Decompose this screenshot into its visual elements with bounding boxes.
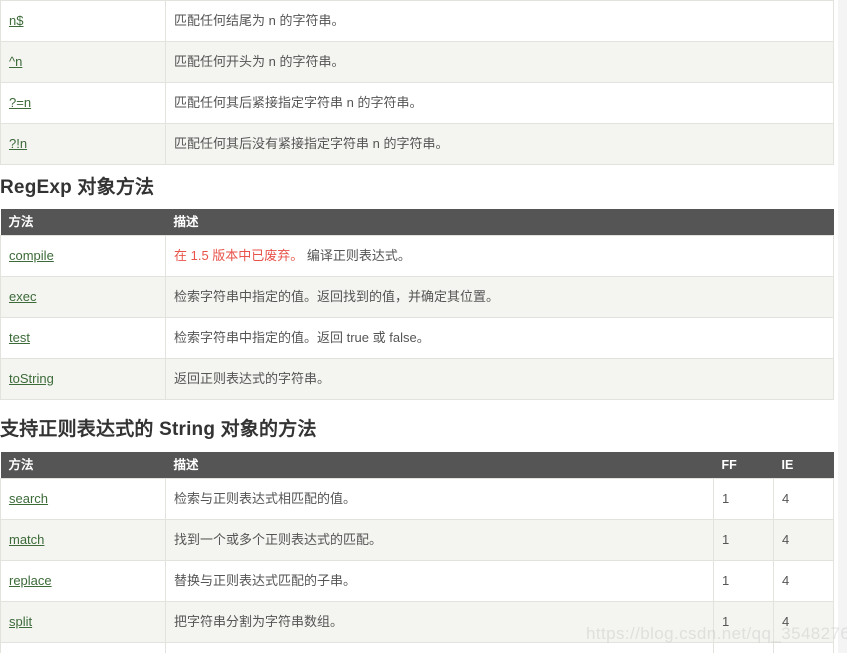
regexp-methods-table: 方法 描述 compile 在 1.5 版本中已废弃。 编译正则表达式。 exe… <box>0 208 834 400</box>
metacharacter-desc: 匹配任何开头为 n 的字符串。 <box>165 41 834 83</box>
string-methods-table-body: search 检索与正则表达式相匹配的值。 1 4 match 找到一个或多个正… <box>0 477 834 653</box>
regexp-method-cell: test <box>0 316 166 359</box>
table-row: exec 检索字符串中指定的值。返回找到的值，并确定其位置。 <box>0 275 834 318</box>
table-row: split 把字符串分割为字符串数组。 1 4 <box>0 600 834 643</box>
table-row: match 找到一个或多个正则表达式的匹配。 1 4 <box>0 518 834 561</box>
deprecated-note: 在 1.5 版本中已废弃。 <box>174 247 304 263</box>
column-header-ff: FF <box>713 451 774 479</box>
string-method-cell: replace <box>0 559 166 602</box>
metacharacter-desc: 匹配任何其后没有紧接指定字符串 n 的字符串。 <box>165 123 834 165</box>
string-methods-table: 方法 描述 FF IE search 检索与正则表达式相匹配的值。 1 4 ma… <box>0 451 834 653</box>
metacharacter-table: n$ 匹配任何结尾为 n 的字符串。 ^n 匹配任何开头为 n 的字符串。 ?=… <box>0 0 834 165</box>
table-row: ^n 匹配任何开头为 n 的字符串。 <box>0 41 834 83</box>
column-header-ie: IE <box>773 451 834 479</box>
string-method-ie-version: 4 <box>773 477 834 520</box>
regexp-method-link-compile[interactable]: compile <box>9 248 54 263</box>
regexp-methods-table-body: compile 在 1.5 版本中已废弃。 编译正则表达式。 exec 检索字符… <box>0 234 834 400</box>
table-row: test 检索字符串中指定的值。返回 true 或 false。 <box>0 316 834 359</box>
string-method-desc: 把字符串分割为字符串数组。 <box>165 600 714 643</box>
table-row: n$ 匹配任何结尾为 n 的字符串。 <box>0 0 834 42</box>
metacharacter-desc: 匹配任何结尾为 n 的字符串。 <box>165 0 834 42</box>
string-method-ff-version <box>713 641 774 653</box>
string-method-ie-version: 4 <box>773 559 834 602</box>
string-method-ff-version: 1 <box>713 559 774 602</box>
table-row <box>0 641 834 653</box>
regexp-method-cell: toString <box>0 357 166 400</box>
regexp-method-desc-text: 编译正则表达式。 <box>303 247 411 263</box>
regexp-method-link-exec[interactable]: exec <box>9 289 36 304</box>
table-row: replace 替换与正则表达式匹配的子串。 1 4 <box>0 559 834 602</box>
string-method-desc: 找到一个或多个正则表达式的匹配。 <box>165 518 714 561</box>
table-header-row: 方法 描述 <box>0 208 834 236</box>
string-method-cell: search <box>0 477 166 520</box>
table-row: ?=n 匹配任何其后紧接指定字符串 n 的字符串。 <box>0 82 834 124</box>
table-header-row: 方法 描述 FF IE <box>0 451 834 479</box>
page-title-regexp-methods: RegExp 对象方法 <box>0 177 155 198</box>
metacharacter-cell: ^n <box>0 41 166 83</box>
string-methods-table-header: 方法 描述 FF IE <box>0 451 834 479</box>
regexp-method-cell: compile <box>0 234 166 277</box>
string-method-ie-version <box>773 641 834 653</box>
string-method-ff-version: 1 <box>713 477 774 520</box>
string-method-link-search[interactable]: search <box>9 491 48 506</box>
string-method-desc: 检索与正则表达式相匹配的值。 <box>165 477 714 520</box>
regexp-method-desc: 在 1.5 版本中已废弃。 编译正则表达式。 <box>165 234 834 277</box>
string-method-desc <box>165 641 714 653</box>
table-row: search 检索与正则表达式相匹配的值。 1 4 <box>0 477 834 520</box>
string-method-ie-version: 4 <box>773 600 834 643</box>
string-method-link-match[interactable]: match <box>9 532 44 547</box>
reference-content: n$ 匹配任何结尾为 n 的字符串。 ^n 匹配任何开头为 n 的字符串。 ?=… <box>0 0 834 653</box>
metacharacter-cell: ?=n <box>0 82 166 124</box>
string-method-desc: 替换与正则表达式匹配的子串。 <box>165 559 714 602</box>
column-header-method: 方法 <box>0 451 166 479</box>
regexp-methods-table-header: 方法 描述 <box>0 208 834 236</box>
metacharacter-link-lookahead[interactable]: ?=n <box>9 95 31 110</box>
metacharacter-table-body: n$ 匹配任何结尾为 n 的字符串。 ^n 匹配任何开头为 n 的字符串。 ?=… <box>0 0 834 165</box>
string-method-cell: split <box>0 600 166 643</box>
regexp-method-desc: 检索字符串中指定的值。返回找到的值，并确定其位置。 <box>165 275 834 318</box>
table-row: compile 在 1.5 版本中已废弃。 编译正则表达式。 <box>0 234 834 277</box>
metacharacter-link-n-dollar[interactable]: n$ <box>9 13 23 28</box>
string-method-ff-version: 1 <box>713 600 774 643</box>
metacharacter-cell: ?!n <box>0 123 166 165</box>
metacharacter-cell: n$ <box>0 0 166 42</box>
string-method-link-replace[interactable]: replace <box>9 573 52 588</box>
string-method-cell <box>0 641 166 653</box>
regexp-method-link-test[interactable]: test <box>9 330 30 345</box>
regexp-method-desc: 检索字符串中指定的值。返回 true 或 false。 <box>165 316 834 359</box>
page-title-string-methods: 支持正则表达式的 String 对象的方法 <box>0 418 317 440</box>
page-right-rail <box>838 0 847 653</box>
string-method-ie-version: 4 <box>773 518 834 561</box>
column-header-description: 描述 <box>165 451 714 479</box>
string-method-ff-version: 1 <box>713 518 774 561</box>
column-header-description: 描述 <box>165 208 834 236</box>
string-method-cell: match <box>0 518 166 561</box>
regexp-method-desc: 返回正则表达式的字符串。 <box>165 357 834 400</box>
regexp-method-link-tostring[interactable]: toString <box>9 371 54 386</box>
metacharacter-link-caret-n[interactable]: ^n <box>9 54 22 69</box>
regexp-method-cell: exec <box>0 275 166 318</box>
table-row: toString 返回正则表达式的字符串。 <box>0 357 834 400</box>
string-method-link-split[interactable]: split <box>9 614 32 629</box>
column-header-method: 方法 <box>0 208 166 236</box>
metacharacter-link-neg-lookahead[interactable]: ?!n <box>9 136 27 151</box>
metacharacter-desc: 匹配任何其后紧接指定字符串 n 的字符串。 <box>165 82 834 124</box>
table-row: ?!n 匹配任何其后没有紧接指定字符串 n 的字符串。 <box>0 123 834 165</box>
